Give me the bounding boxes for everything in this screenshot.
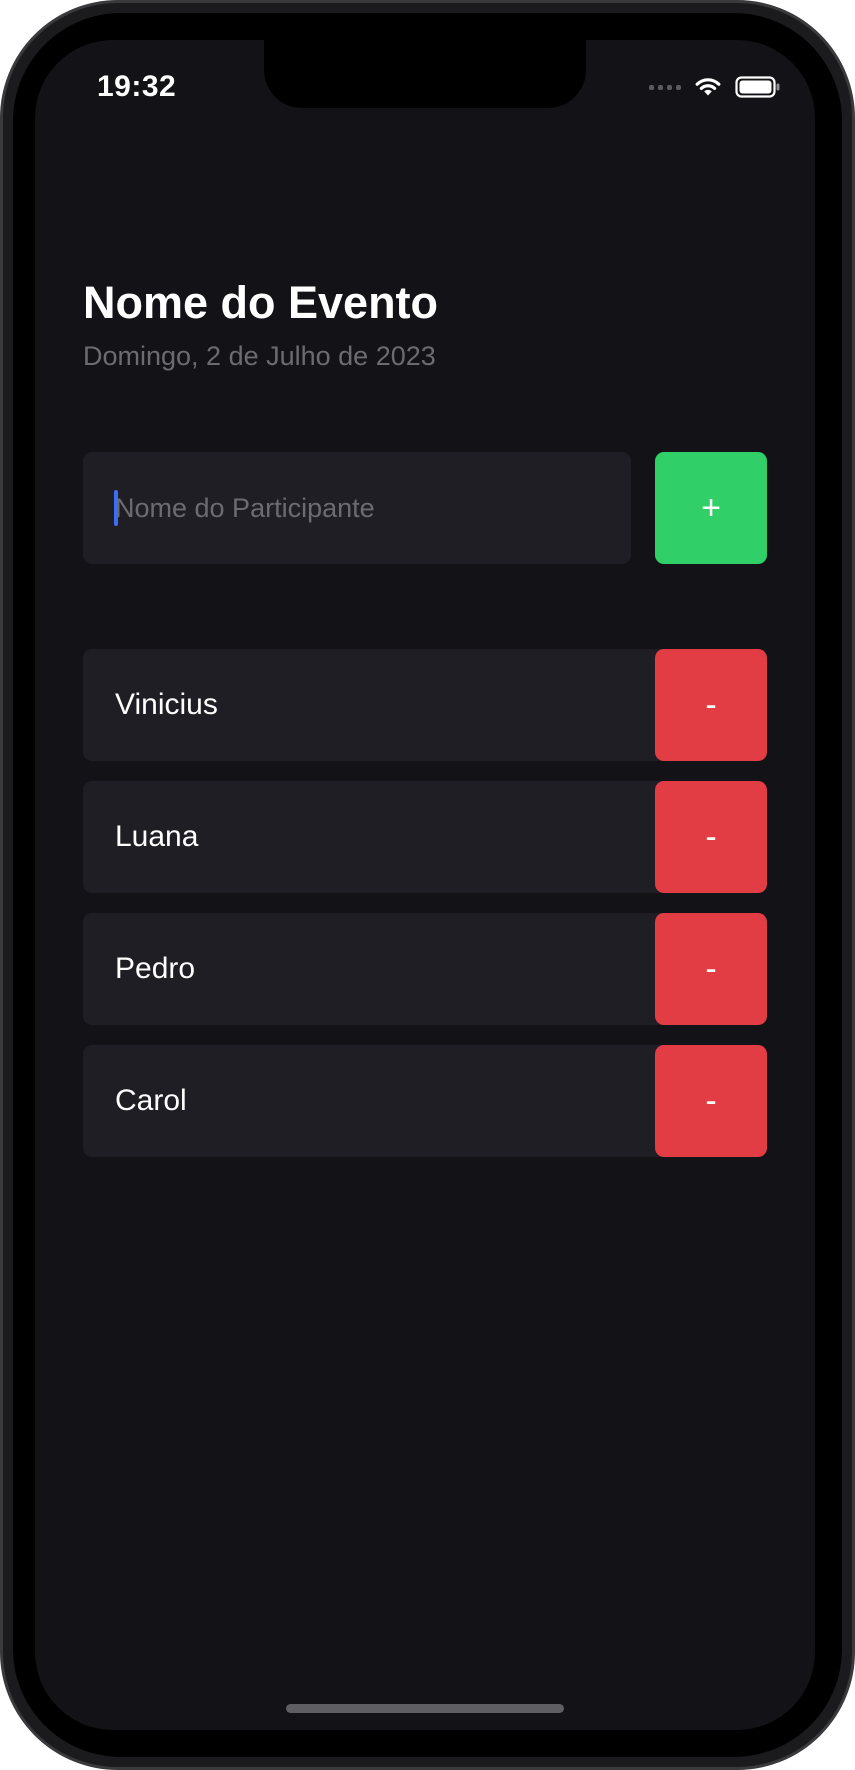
event-title: Nome do Evento <box>83 277 439 328</box>
participant-row: Pedro - <box>83 913 767 1025</box>
notch <box>264 40 586 108</box>
status-icons <box>649 76 781 98</box>
wifi-icon <box>695 78 721 96</box>
participant-name: Pedro <box>115 952 196 985</box>
add-participant-button[interactable]: + <box>655 452 767 564</box>
participant-name: Vinicius <box>115 688 218 721</box>
participant-row: Luana - <box>83 781 767 893</box>
battery-icon <box>735 76 780 98</box>
participant-name: Luana <box>115 820 199 853</box>
home-indicator[interactable] <box>286 1704 564 1713</box>
participant-row: Vinicius - <box>83 649 767 761</box>
remove-participant-button[interactable]: - <box>655 913 767 1025</box>
app-screen: 19:32 Nome do Evento Domingo, 2 de Julho… <box>35 40 815 1730</box>
event-date: Domingo, 2 de Julho de 2023 <box>83 341 436 371</box>
add-participant-form: + <box>83 452 767 564</box>
participant-list: Vinicius - Luana - Pedro - Carol - <box>83 649 767 1177</box>
remove-participant-button[interactable]: - <box>655 649 767 761</box>
status-time: 19:32 <box>97 70 177 103</box>
participant-name: Carol <box>115 1084 187 1117</box>
participant-row: Carol - <box>83 1045 767 1157</box>
remove-participant-button[interactable]: - <box>655 781 767 893</box>
participant-name-input[interactable] <box>83 452 631 564</box>
cellular-signal-icon <box>649 84 681 90</box>
remove-participant-button[interactable]: - <box>655 1045 767 1157</box>
event-header: Nome do Evento Domingo, 2 de Julho de 20… <box>83 280 438 372</box>
